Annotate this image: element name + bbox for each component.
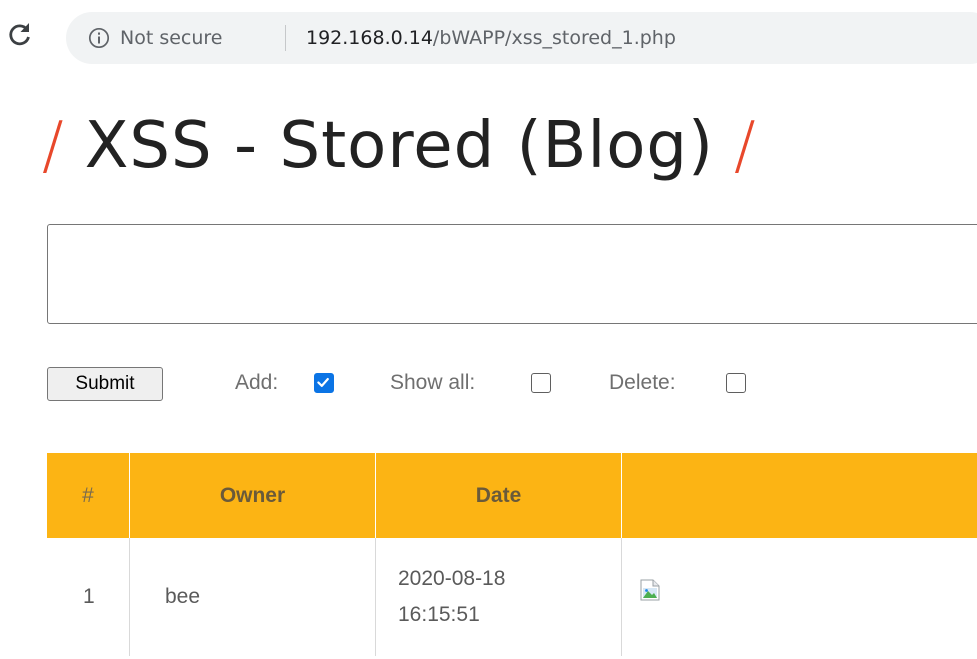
row-owner: bee bbox=[129, 538, 376, 656]
row-date: 2020-08-18 16:15:51 bbox=[375, 538, 622, 656]
url-host: 192.168.0.14 bbox=[306, 27, 433, 49]
submit-button[interactable]: Submit bbox=[47, 367, 163, 401]
title-slash-left: / bbox=[42, 109, 65, 183]
url-path: /bWAPP/xss_stored_1.php bbox=[432, 27, 676, 49]
blog-table: # Owner Date 1 bee 2020-08-18 16:15:51 bbox=[47, 453, 977, 656]
row-date-time: 16:15:51 bbox=[398, 603, 480, 626]
browser-toolbar: Not secure 192.168.0.14/bWAPP/xss_stored… bbox=[0, 0, 977, 82]
show-all-checkbox[interactable] bbox=[531, 373, 551, 393]
form-controls: Submit Add: Show all: Delete: bbox=[47, 365, 947, 403]
info-icon[interactable] bbox=[88, 27, 110, 49]
title-text: XSS - Stored (Blog) bbox=[84, 109, 714, 183]
table-row: 1 bee 2020-08-18 16:15:51 bbox=[47, 538, 977, 656]
add-label: Add: bbox=[235, 371, 279, 394]
column-header-owner: Owner bbox=[129, 453, 376, 538]
table-header-row: # Owner Date bbox=[47, 453, 977, 538]
column-header-number: # bbox=[47, 453, 130, 538]
add-checkbox[interactable] bbox=[314, 373, 334, 393]
title-slash-right: / bbox=[733, 109, 757, 183]
url-text[interactable]: 192.168.0.14/bWAPP/xss_stored_1.php bbox=[306, 25, 676, 51]
address-divider bbox=[285, 25, 286, 51]
reload-icon[interactable] bbox=[6, 20, 34, 48]
column-header-date: Date bbox=[375, 453, 622, 538]
row-date-day: 2020-08-18 bbox=[398, 567, 506, 590]
address-bar[interactable]: Not secure 192.168.0.14/bWAPP/xss_stored… bbox=[66, 12, 977, 64]
page-title: / XSS - Stored (Blog) / bbox=[42, 96, 757, 196]
checkmark-icon bbox=[317, 377, 329, 388]
show-all-label: Show all: bbox=[390, 371, 476, 394]
delete-label: Delete: bbox=[609, 371, 676, 394]
delete-checkbox[interactable] bbox=[726, 373, 746, 393]
column-header-entry bbox=[621, 453, 977, 538]
row-number: 1 bbox=[47, 538, 130, 656]
blog-entry-textarea[interactable] bbox=[47, 224, 977, 324]
row-entry bbox=[622, 538, 977, 656]
broken-image-icon[interactable] bbox=[640, 579, 660, 601]
security-status[interactable]: Not secure bbox=[120, 25, 223, 51]
